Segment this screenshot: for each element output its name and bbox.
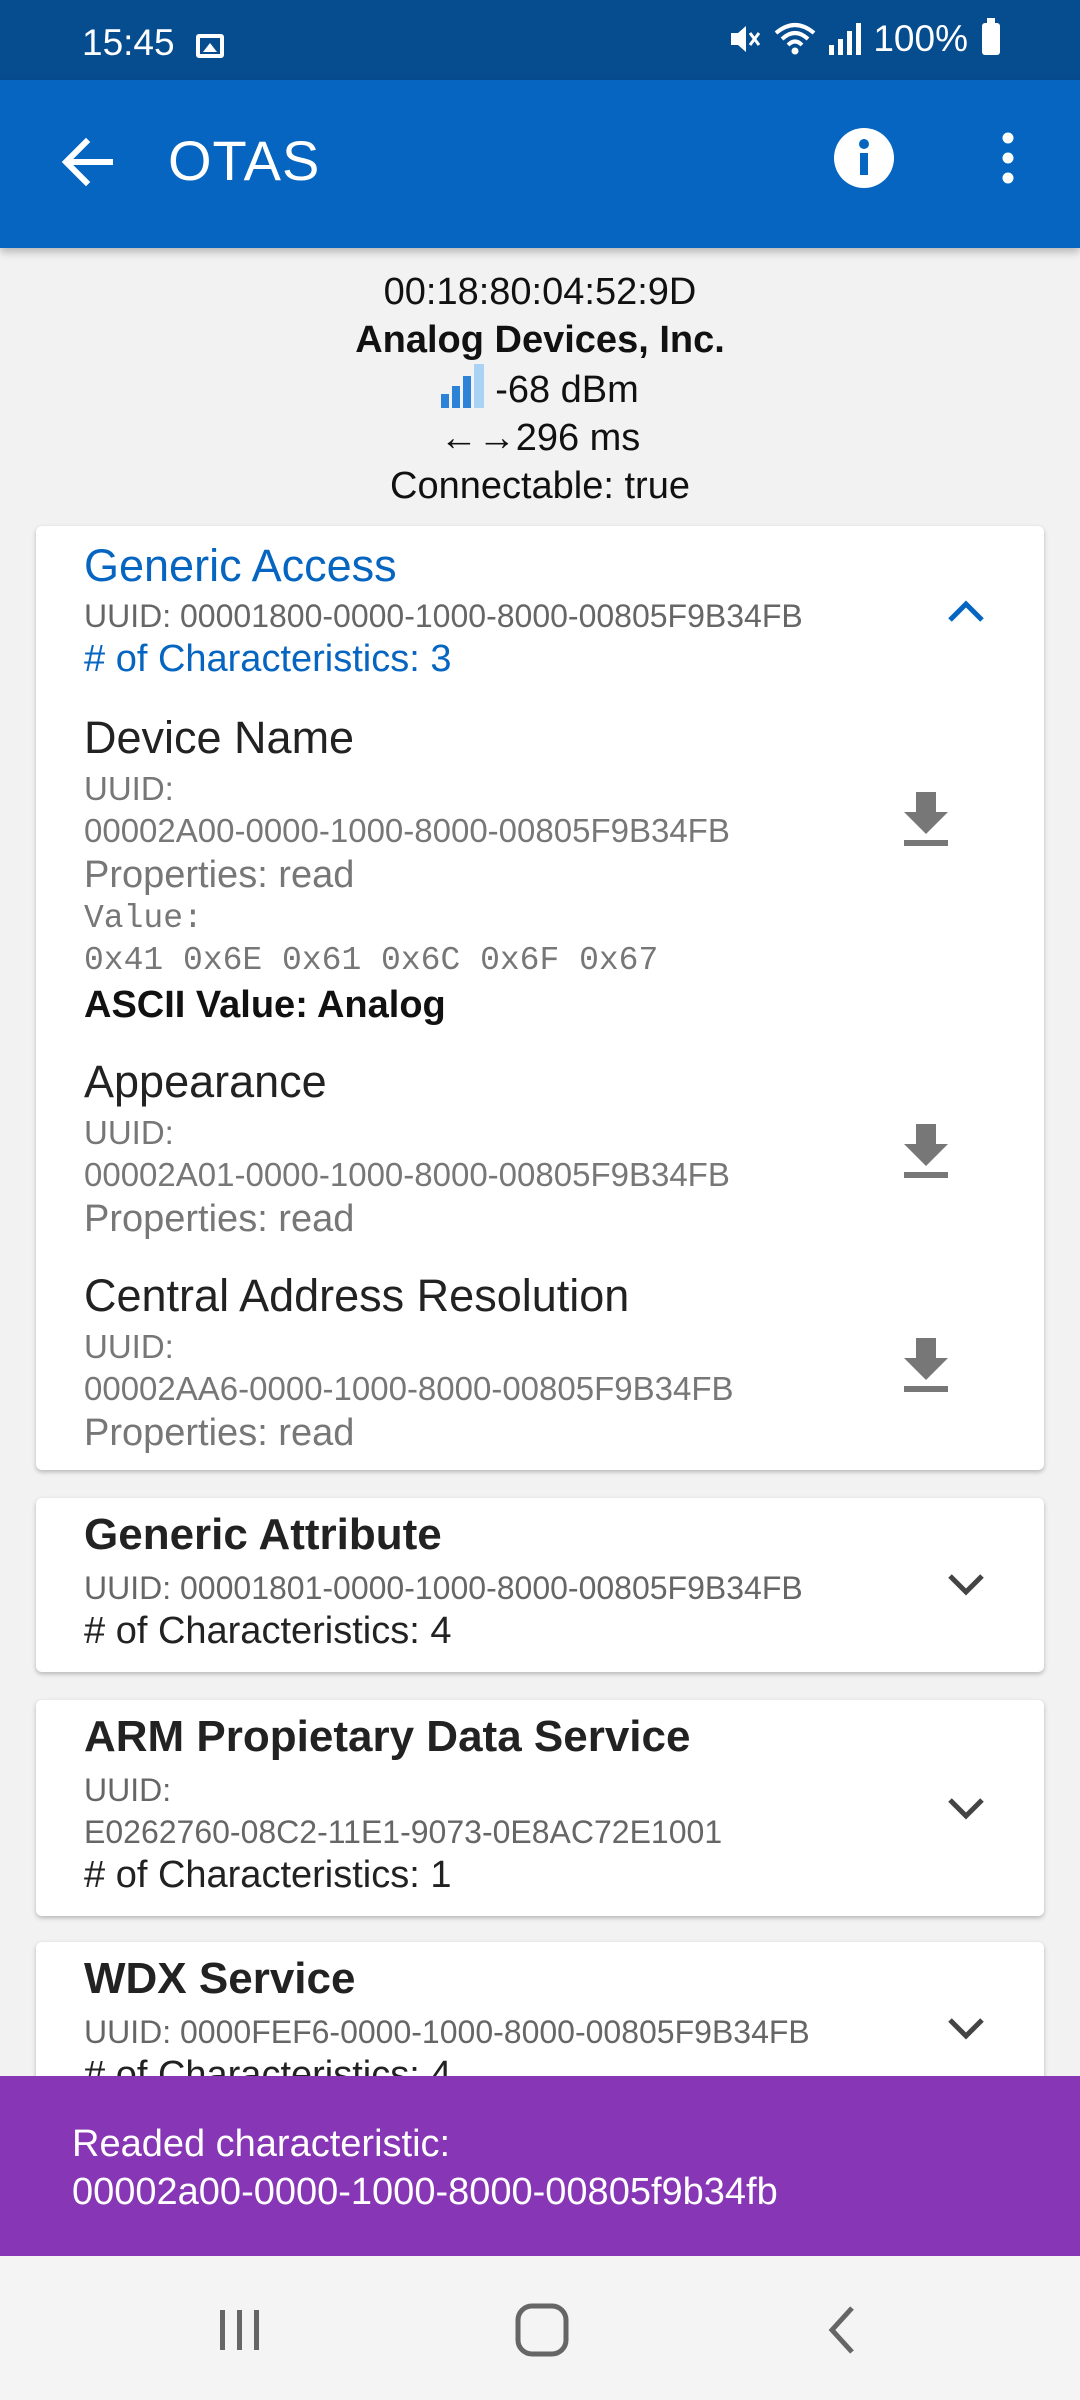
characteristic-ascii-value: ASCII Value: Analog [84, 984, 446, 1026]
device-address: 00:18:80:04:52:9D [383, 271, 697, 313]
characteristic-name: Central Address Resolution [84, 1270, 630, 1321]
service-char-count: # of Characteristics: 4 [84, 1610, 452, 1652]
service-uuid: UUID: 00001801-0000-1000-8000-00805F9B34… [84, 1570, 803, 1606]
chevron-up-icon[interactable] [944, 590, 988, 634]
service-name: WDX Service [84, 1954, 356, 2003]
device-manufacturer: Analog Devices, Inc. [355, 319, 725, 361]
signal-icon [829, 23, 862, 55]
service-uuid: UUID: 0000FEF6-0000-1000-8000-00805F9B34… [84, 2014, 810, 2050]
service-name: ARM Propietary Data Service [84, 1712, 691, 1761]
service-name: Generic Attribute [84, 1510, 442, 1559]
service-uuid: E0262760-08C2-11E1-9073-0E8AC72E1001 [84, 1814, 723, 1850]
characteristic-uuid-label: UUID: [84, 1114, 174, 1151]
more-vert-icon[interactable] [984, 126, 1032, 190]
characteristic-name: Device Name [84, 712, 355, 763]
image-icon [196, 34, 224, 58]
status-bar: 15:45 100% [0, 0, 1080, 80]
status-time: 15:45 [82, 22, 175, 63]
service-char-count: # of Characteristics: 1 [84, 1854, 452, 1896]
download-icon[interactable] [898, 1120, 954, 1180]
download-icon[interactable] [898, 788, 954, 848]
characteristic-value: 0x41 0x6E 0x61 0x6C 0x6F 0x67 [84, 942, 659, 979]
home-icon[interactable] [510, 2298, 574, 2362]
system-nav-bar [0, 2256, 1080, 2400]
characteristic-uuid-label: UUID: [84, 770, 174, 807]
device-interval: 296 ms [515, 417, 641, 459]
snackbar: Readed characteristic: 00002a00-0000-100… [0, 2076, 1080, 2256]
device-connectable: Connectable: true [390, 465, 690, 507]
signal-strength-icon [441, 364, 485, 408]
back-arrow-icon[interactable] [52, 126, 124, 198]
mute-icon [731, 26, 761, 52]
download-icon[interactable] [898, 1334, 954, 1394]
device-rssi: -68 dBm [495, 369, 639, 411]
service-card-arm-propietary[interactable]: ARM Propietary Data Service UUID: E02627… [36, 1700, 1044, 1916]
characteristic-properties: Properties: read [84, 1412, 355, 1454]
recent-apps-icon[interactable] [208, 2298, 272, 2362]
interval-arrows-icon: ←→ [439, 417, 516, 459]
chevron-down-icon[interactable] [944, 1562, 988, 1606]
service-card-generic-attribute[interactable]: Generic Attribute UUID: 00001801-0000-10… [36, 1498, 1044, 1672]
characteristic-value-label: Value: [84, 900, 203, 937]
service-char-count: # of Characteristics: 3 [84, 638, 452, 680]
back-icon[interactable] [812, 2298, 876, 2362]
service-card-generic-access[interactable]: Generic Access UUID: 00001800-0000-1000-… [36, 526, 1044, 1470]
characteristic-uuid: 00002AA6-0000-1000-8000-00805F9B34FB [84, 1370, 734, 1407]
info-icon[interactable] [832, 126, 896, 190]
device-info: 00:18:80:04:52:9D Analog Devices, Inc. -… [0, 268, 1080, 510]
chevron-down-icon[interactable] [944, 1786, 988, 1830]
snackbar-line-1: Readed characteristic: [72, 2123, 451, 2165]
status-icons: 100% [727, 18, 1000, 60]
characteristic-uuid: 00002A00-0000-1000-8000-00805F9B34FB [84, 812, 730, 849]
wifi-icon [775, 23, 816, 55]
snackbar-line-2: 00002a00-0000-1000-8000-00805f9b34fb [72, 2171, 778, 2213]
battery-icon [982, 18, 1000, 55]
service-uuid: UUID: 00001800-0000-1000-8000-00805F9B34… [84, 598, 803, 634]
battery-percent: 100% [873, 18, 968, 59]
characteristic-properties: Properties: read [84, 1198, 355, 1240]
characteristic-uuid-label: UUID: [84, 1328, 174, 1365]
chevron-down-icon[interactable] [944, 2006, 988, 2050]
characteristic-uuid: 00002A01-0000-1000-8000-00805F9B34FB [84, 1156, 730, 1193]
app-bar: OTAS [0, 80, 1080, 248]
device-interval-row: ←→296 ms [0, 414, 1080, 462]
page-title: OTAS [168, 129, 321, 192]
device-rssi-row: -68 dBm [0, 364, 1080, 414]
service-uuid-label: UUID: [84, 1772, 172, 1808]
characteristic-name: Appearance [84, 1056, 327, 1107]
service-name: Generic Access [84, 540, 397, 591]
characteristic-properties: Properties: read [84, 854, 355, 896]
